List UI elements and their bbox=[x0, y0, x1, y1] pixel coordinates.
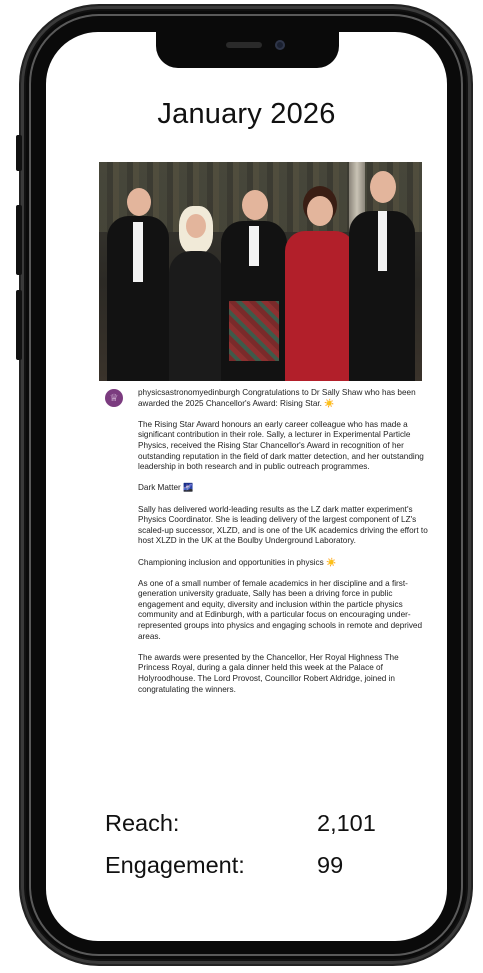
photo-person-1 bbox=[107, 176, 169, 381]
speaker-grille bbox=[226, 42, 262, 48]
post-paragraph: Dark Matter 🌌 bbox=[138, 483, 194, 493]
award-photo bbox=[99, 162, 422, 381]
side-button-mute bbox=[16, 135, 22, 171]
engagement-value: 99 bbox=[317, 852, 344, 878]
post-paragraph: Championing inclusion and opportunities … bbox=[138, 557, 337, 567]
post-paragraph: The awards were presented by the Chancel… bbox=[138, 652, 399, 694]
reach-value: 2,101 bbox=[317, 810, 376, 836]
reach-label: Reach: bbox=[105, 810, 180, 836]
photo-person-2 bbox=[165, 206, 227, 381]
post-paragraph: As one of a small number of female acade… bbox=[138, 578, 423, 641]
page-title: January 2026 bbox=[157, 98, 336, 130]
phone-screen: January 2026 ♕ physicsastronomyedinburgh… bbox=[46, 32, 447, 941]
engagement-label: Engagement: bbox=[105, 852, 245, 878]
front-camera-icon bbox=[275, 40, 285, 50]
photo-person-4 bbox=[285, 196, 355, 381]
post-paragraph: The Rising Star Award honours an early c… bbox=[138, 419, 424, 472]
side-button-volume-down bbox=[16, 290, 22, 360]
notch bbox=[156, 32, 339, 68]
university-crest-icon: ♕ bbox=[109, 392, 119, 404]
account-avatar[interactable]: ♕ bbox=[105, 389, 123, 407]
photo-person-5 bbox=[349, 171, 415, 381]
post-intro: physicsastronomyedinburgh Congratulation… bbox=[138, 388, 428, 409]
account-handle[interactable]: physicsastronomyedinburgh bbox=[138, 388, 240, 397]
side-button-volume-up bbox=[16, 205, 22, 275]
post-paragraph: Sally has delivered world-leading result… bbox=[138, 504, 428, 546]
post-caption: physicsastronomyedinburgh Congratulation… bbox=[138, 388, 428, 706]
photo-person-3 bbox=[221, 176, 287, 381]
